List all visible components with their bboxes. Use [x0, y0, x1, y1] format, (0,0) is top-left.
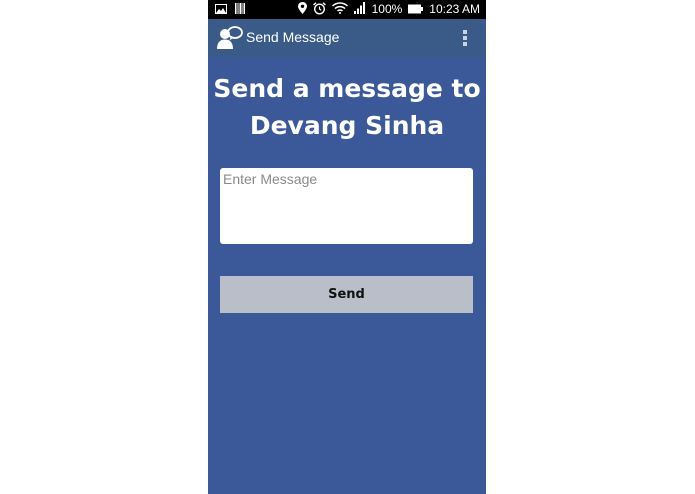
gallery-icon: [215, 3, 227, 17]
heading-line-1: Send a message to: [213, 74, 481, 103]
page-heading: Send a message to Devang Sinha: [208, 70, 486, 144]
message-input[interactable]: [220, 168, 473, 244]
battery-icon: [408, 3, 424, 17]
clock: 10:23 AM: [429, 2, 480, 16]
signal-icon: [353, 2, 366, 17]
overflow-dot: [463, 30, 467, 34]
action-bar: Send Message: [208, 19, 486, 57]
status-bar-right-icons: 100% 10:23 AM: [297, 1, 480, 18]
phone-screen: 100% 10:23 AM Send Message Send a messag…: [208, 0, 486, 494]
overflow-dot: [463, 42, 467, 46]
overflow-dot: [463, 36, 467, 40]
alarm-icon: [312, 1, 326, 18]
wifi-icon: [331, 2, 348, 17]
barcode-icon: [235, 3, 245, 17]
status-bar-left-icons: [215, 3, 245, 17]
status-bar: 100% 10:23 AM: [208, 0, 486, 19]
location-icon: [297, 2, 307, 17]
battery-percent: 100%: [371, 2, 403, 16]
overflow-menu-icon[interactable]: [460, 29, 470, 47]
action-bar-title: Send Message: [246, 29, 340, 45]
heading-line-2: Devang Sinha: [249, 111, 445, 140]
chat-person-icon[interactable]: [217, 25, 243, 51]
send-button[interactable]: Send: [220, 276, 473, 313]
